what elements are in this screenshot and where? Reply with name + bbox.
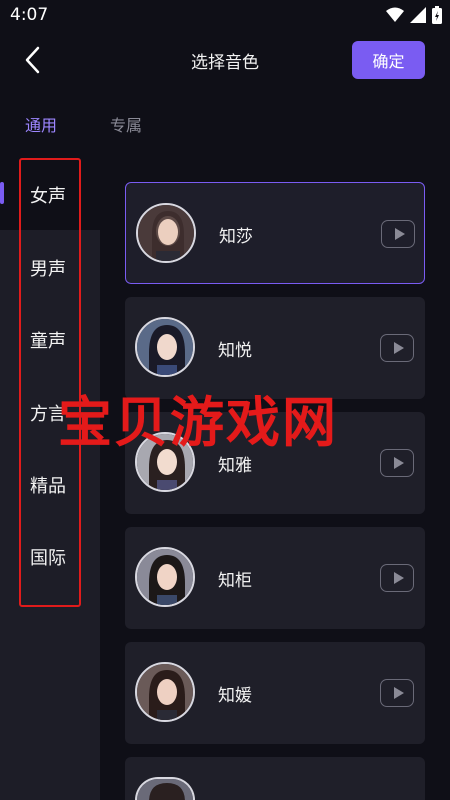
tab-exclusive[interactable]: 专属 — [110, 112, 142, 136]
tab-general[interactable]: 通用 — [25, 112, 57, 136]
wifi-icon — [386, 7, 404, 22]
avatar — [135, 662, 195, 722]
play-icon — [393, 457, 404, 469]
voice-name: 知雅 — [218, 456, 252, 476]
avatar — [135, 547, 195, 607]
play-icon — [393, 687, 404, 699]
avatar — [136, 203, 196, 263]
play-button[interactable] — [380, 449, 414, 477]
voice-card-partial[interactable] — [125, 757, 425, 800]
confirm-button[interactable]: 确定 — [352, 41, 425, 79]
play-icon — [393, 572, 404, 584]
voice-name: 知莎 — [219, 227, 253, 247]
play-icon — [394, 228, 405, 240]
status-time: 4:07 — [10, 5, 49, 25]
avatar — [135, 777, 195, 800]
voice-card[interactable]: 知媛 — [125, 642, 425, 744]
voice-card[interactable]: 知悦 — [125, 297, 425, 399]
status-icons — [386, 6, 442, 24]
avatar — [135, 317, 195, 377]
play-button[interactable] — [381, 220, 415, 248]
voice-card[interactable]: 知莎 — [125, 182, 425, 284]
avatar — [135, 432, 195, 492]
highlight-box — [19, 158, 81, 607]
tab-bar: 通用 专属 — [0, 112, 450, 140]
sidebar-selected-indicator — [0, 182, 4, 204]
voice-card[interactable]: 知柜 — [125, 527, 425, 629]
signal-icon — [410, 7, 426, 23]
voice-name: 知柜 — [218, 571, 252, 591]
play-button[interactable] — [380, 334, 414, 362]
play-button[interactable] — [380, 679, 414, 707]
battery-charging-icon — [432, 6, 442, 24]
play-button[interactable] — [380, 564, 414, 592]
play-icon — [393, 342, 404, 354]
voice-name: 知悦 — [218, 341, 252, 361]
voice-name: 知媛 — [218, 686, 252, 706]
voice-card[interactable]: 知雅 — [125, 412, 425, 514]
header: 选择音色 确定 — [0, 40, 450, 80]
status-bar: 4:07 — [0, 0, 450, 30]
